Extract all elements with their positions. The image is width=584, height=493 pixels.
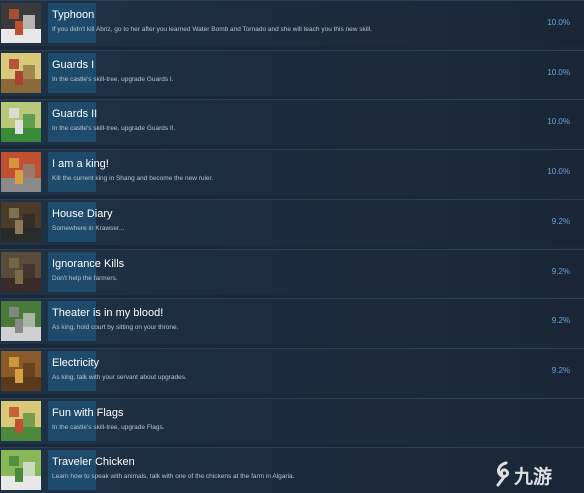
- achievement-percent: 9.2%: [551, 366, 570, 375]
- achievement-row[interactable]: I am a king! Kill the current king in Sha…: [0, 149, 584, 195]
- achievement-percent: 10.0%: [547, 68, 570, 77]
- swirl-logo-icon: [496, 461, 510, 487]
- achievement-description: Don't help the farmers.: [52, 275, 118, 282]
- achievement-row[interactable]: House Diary Somewhere in Krawser... 9.2%: [0, 199, 584, 245]
- achievement-percent: 9.2%: [551, 316, 570, 325]
- chicken-icon: [1, 450, 41, 490]
- achievement-title: I am a king!: [52, 158, 109, 170]
- achievement-title: House Diary: [52, 208, 113, 220]
- throne-icon: [1, 152, 41, 192]
- guard-field-icon: [1, 102, 41, 142]
- house-interior-icon: [1, 202, 41, 242]
- watermark: 九游: [492, 460, 580, 488]
- achievement-percent: 9.2%: [551, 267, 570, 276]
- achievement-row[interactable]: Ignorance Kills Don't help the farmers. 9.…: [0, 249, 584, 295]
- achievement-description: Kill the current king in Shang and becom…: [52, 175, 214, 182]
- achievement-percent: 9.2%: [551, 217, 570, 226]
- achievement-description: In the castle's skill-tree, upgrade Guar…: [52, 76, 174, 83]
- flag-icon: [1, 401, 41, 441]
- achievement-percent: 10.0%: [547, 18, 570, 27]
- achievement-row[interactable]: Typhoon If you didn't kill Abriz, go to h…: [0, 0, 584, 46]
- watermark-text: 九游: [514, 466, 553, 488]
- achievement-description: As king, hold court by sitting on your t…: [52, 324, 179, 331]
- achievement-row[interactable]: Theater is in my blood! As king, hold cou…: [0, 298, 584, 344]
- achievement-percent: 10.0%: [547, 117, 570, 126]
- achievement-percent: 10.0%: [547, 167, 570, 176]
- achievement-description: Learn how to speak with animals, talk wi…: [52, 473, 295, 480]
- achievement-description: If you didn't kill Abriz, go to her afte…: [52, 26, 372, 33]
- achievement-title: Guards II: [52, 108, 98, 120]
- achievement-title: Electricity: [52, 357, 100, 369]
- achievement-title: Fun with Flags: [52, 407, 124, 419]
- farm-icon: [1, 252, 41, 292]
- bookshelf-icon: [1, 351, 41, 391]
- achievement-title: Theater is in my blood!: [52, 307, 164, 319]
- guard-tile-icon: [1, 53, 41, 93]
- court-icon: [1, 301, 41, 341]
- achievement-title: Typhoon: [52, 9, 95, 21]
- achievement-description: In the castle's skill-tree, upgrade Guar…: [52, 125, 176, 132]
- achievement-description: In the castle's skill-tree, upgrade Flag…: [52, 424, 165, 431]
- achievement-title: Ignorance Kills: [52, 258, 125, 270]
- achievement-row[interactable]: Guards II In the castle's skill-tree, upg…: [0, 99, 584, 145]
- achievement-row[interactable]: Electricity As king, talk with your serva…: [0, 348, 584, 394]
- achievement-row[interactable]: Fun with Flags In the castle's skill-tree…: [0, 398, 584, 444]
- white-haired-character-icon: [1, 3, 41, 43]
- achievement-description: Somewhere in Krawser...: [52, 225, 125, 232]
- achievement-description: As king, talk with your servant about up…: [52, 374, 187, 381]
- achievement-row[interactable]: Guards I In the castle's skill-tree, upgr…: [0, 50, 584, 96]
- achievement-title: Guards I: [52, 59, 95, 71]
- achievement-title: Traveler Chicken: [52, 456, 135, 468]
